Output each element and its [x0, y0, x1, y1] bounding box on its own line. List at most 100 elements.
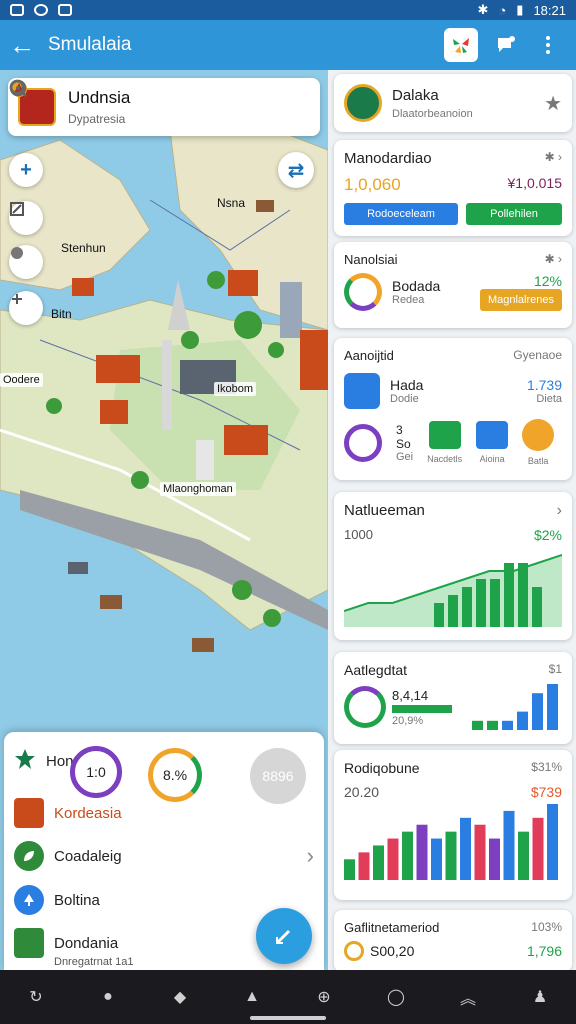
map-label[interactable]: Bitn	[48, 306, 75, 322]
region-card[interactable]: Dalaka Dlaatorbeanoion ★	[334, 74, 572, 132]
star-icon[interactable]: ★	[544, 91, 562, 116]
chart-bar	[489, 838, 500, 880]
chevron-right-icon[interactable]: ✱ ›	[545, 150, 562, 164]
list-item[interactable]: Coadaleig ›	[14, 841, 314, 871]
chevron-right-icon[interactable]: ›	[307, 843, 314, 869]
gauge-orange: 8.%	[148, 748, 202, 802]
progress-bar	[392, 704, 452, 713]
chart-bar	[448, 595, 458, 627]
app-logo-button[interactable]	[444, 28, 478, 62]
pin-tool-icon[interactable]	[9, 291, 43, 325]
calendar-icon	[14, 928, 44, 958]
view-toggle-icon[interactable]: ●	[88, 977, 128, 1017]
list-item[interactable]: Boltina	[14, 885, 314, 915]
card-link[interactable]: $31%	[531, 760, 562, 774]
chart-bar	[547, 804, 558, 880]
directions-button[interactable]: ⇄	[278, 152, 314, 188]
chart-bar	[518, 563, 528, 627]
more-icon[interactable]: ✱ ›	[545, 252, 562, 266]
chart-bar	[416, 824, 428, 880]
chart-bar	[445, 831, 457, 880]
donut-chart	[344, 273, 382, 311]
card-nanolsiai[interactable]: Nanolsiai ✱ › Bodada Redea 12% Magnlalre…	[334, 242, 572, 328]
chart-bar	[434, 603, 444, 627]
signal-icon: ▮	[516, 2, 524, 17]
emblem-icon	[14, 798, 44, 828]
chart-bar	[532, 817, 544, 880]
card-natlueeman[interactable]: Natlueeman › 1000 $2%	[334, 492, 572, 640]
zoom-in-button[interactable]: +	[9, 153, 43, 187]
more-menu-icon[interactable]	[534, 31, 562, 59]
expand-icon[interactable]: ︽	[448, 977, 488, 1017]
chevron-right-icon[interactable]: ›	[557, 502, 562, 520]
chart-bar	[532, 693, 543, 730]
chart-bar	[503, 810, 515, 880]
gauge-grey: 8896	[250, 748, 306, 804]
map-label[interactable]: Stenhun	[58, 240, 109, 256]
details-button[interactable]: Nacdetls	[427, 421, 462, 464]
bookmark-icon[interactable]: ▲	[232, 977, 272, 1017]
home-indicator[interactable]	[250, 1016, 326, 1020]
chart-bar	[402, 831, 413, 880]
status-badge: Magnlalrenes	[479, 289, 562, 311]
donut-chart	[344, 686, 386, 728]
chart-bar	[460, 817, 471, 880]
chat-icon[interactable]	[492, 31, 520, 59]
chart-bar	[373, 845, 384, 880]
chart-bar	[517, 711, 528, 730]
card-link[interactable]: Gyenaoe	[513, 348, 562, 362]
edit-fab-button[interactable]	[256, 908, 312, 964]
card-rodiqobune[interactable]: Rodiqobune $31% 20.20 $739	[334, 750, 572, 900]
back-arrow-icon[interactable]: ←	[0, 20, 44, 70]
battle-icon	[522, 419, 555, 451]
card-aanoijtid[interactable]: Aanoijtid Gyenaoe Hada Dodie 1.739 Dieta…	[334, 338, 572, 480]
map-label[interactable]: Nsna	[214, 195, 248, 211]
location-title: Undnsia	[68, 88, 131, 107]
card-gaflitnetameriod[interactable]: Gaflitnetameriod 103% S00,20 1,796	[334, 910, 572, 972]
app-title: Smulalaia	[48, 34, 132, 55]
chart-bar	[547, 684, 558, 730]
compass-icon[interactable]	[9, 245, 43, 279]
map-label[interactable]: Ikobom	[214, 382, 257, 396]
refresh-icon[interactable]: ↻	[16, 977, 56, 1017]
status-time: 18:21	[533, 2, 566, 18]
layers-icon[interactable]	[9, 201, 43, 235]
chart-bar	[532, 587, 542, 627]
primary-action-button[interactable]: Rodoeceleam	[344, 203, 458, 225]
chart-bar	[490, 579, 500, 627]
analysis-button[interactable]: Aioina	[476, 421, 509, 464]
leaf-icon	[14, 841, 44, 871]
tree-icon	[14, 885, 44, 915]
map-label[interactable]: Mlaonghoman	[160, 482, 236, 496]
add-icon[interactable]: ⊕	[304, 977, 344, 1017]
card-link[interactable]: $1	[549, 662, 562, 676]
card-link[interactable]: 103%	[531, 920, 562, 934]
chart-bar	[358, 852, 370, 880]
secondary-action-button[interactable]: Pollehilen	[466, 203, 562, 225]
message-icon	[34, 4, 48, 16]
status-bar: ✱ ◔ ▮ 18:21	[0, 0, 576, 20]
stats-panel: Dalaka Dlaatorbeanoion ★ Manodardiao ✱ ›…	[328, 70, 576, 972]
chart-bar	[462, 587, 472, 627]
region-seal-icon	[344, 84, 382, 122]
list-item-subtitle: Dnregatrnat 1a1	[54, 956, 134, 968]
location-icon[interactable]: ◆	[160, 977, 200, 1017]
map-label[interactable]: Oodere	[0, 373, 43, 387]
leaf-logo-icon	[453, 38, 469, 53]
card-aatlegdtat[interactable]: Aatlegdtat $1 8,4,14 20,9%	[334, 652, 572, 744]
chart-bar	[387, 838, 399, 880]
chart-bar	[476, 579, 486, 627]
card-manodardiao[interactable]: Manodardiao ✱ › 1,0,060 ¥1,0.015 Rodoece…	[334, 140, 572, 236]
chart-bar	[472, 720, 483, 730]
chart-bar	[431, 838, 442, 880]
star-badge-icon	[14, 748, 36, 775]
location-card[interactable]: Undnsia Dypatresia	[8, 78, 320, 136]
wifi-icon: ◔	[498, 2, 507, 18]
search-nav-icon[interactable]: ◯	[376, 977, 416, 1017]
app-bar: ← Smulalaia	[0, 20, 576, 70]
people-icon[interactable]: ♟	[520, 977, 560, 1017]
tool-icon	[344, 373, 380, 409]
battle-button[interactable]: Batla	[522, 419, 555, 466]
location-subtitle: Dypatresia	[68, 112, 126, 126]
list-item[interactable]: Kordeasia	[14, 798, 314, 828]
